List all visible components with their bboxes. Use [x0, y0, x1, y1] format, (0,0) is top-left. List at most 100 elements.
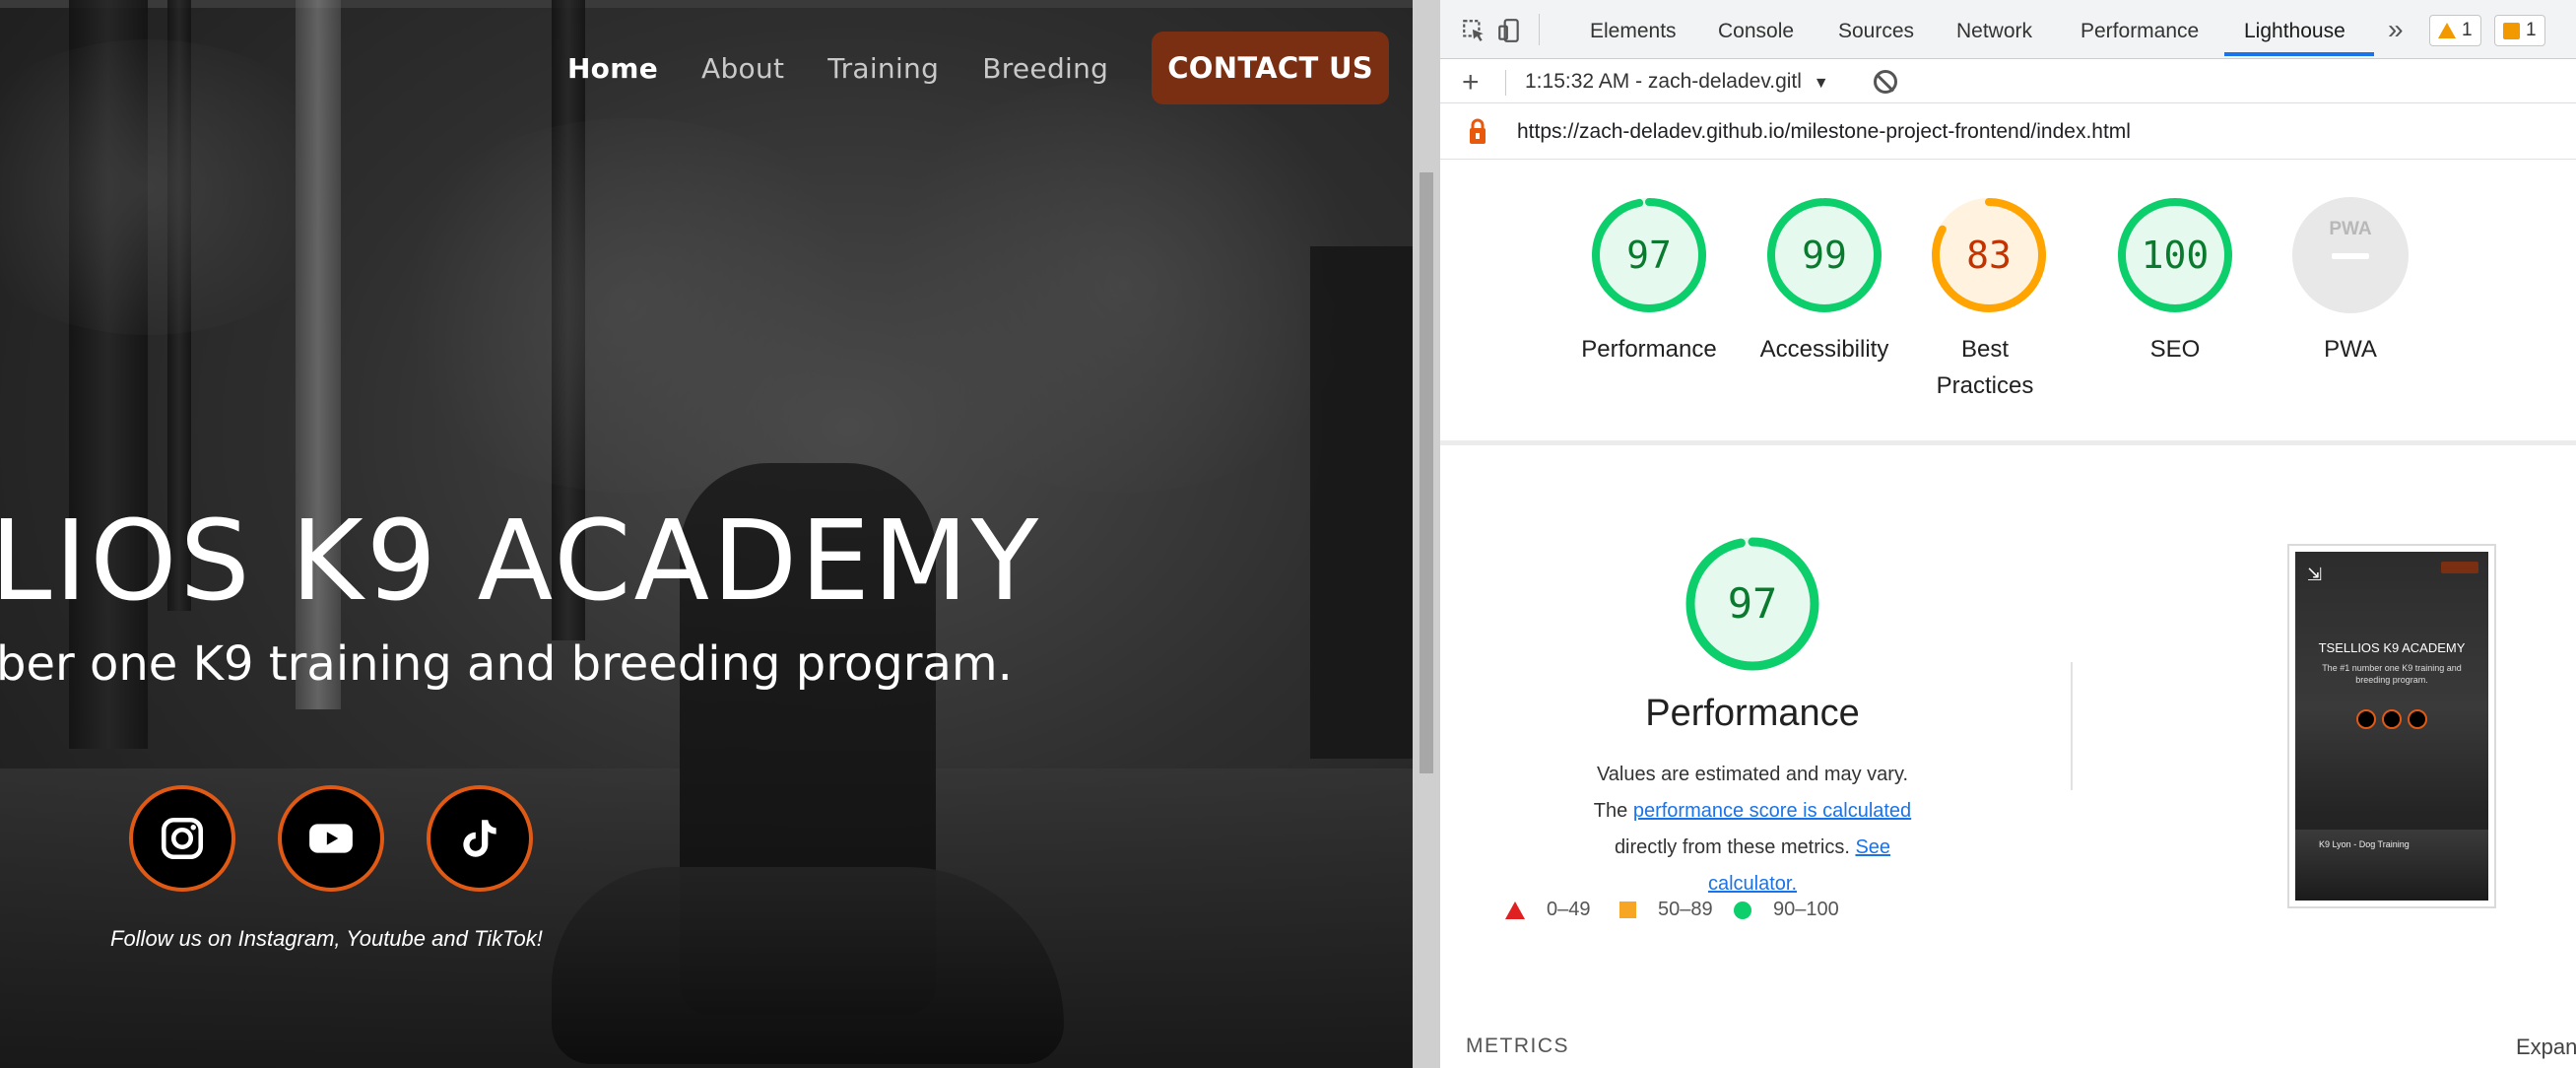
tab-console[interactable]: Console: [1718, 20, 1794, 43]
warning-icon: [2438, 23, 2456, 38]
gauge-pwa[interactable]: PWA PWA: [2262, 197, 2439, 367]
instagram-icon: [161, 817, 204, 860]
section-divider: [1440, 440, 2576, 445]
tab-lighthouse[interactable]: Lighthouse: [2244, 20, 2345, 43]
gauge-ring: 100: [2117, 197, 2233, 313]
tab-performance[interactable]: Performance: [2081, 20, 2199, 43]
report-selector-label: 1:15:32 AM - zach-deladev.gitl: [1525, 70, 1802, 93]
gauge-performance[interactable]: 97 Performance: [1560, 197, 1738, 367]
gauge-accessibility[interactable]: 99 Accessibility: [1736, 197, 1913, 367]
gauge-ring: 99: [1766, 197, 1882, 313]
contact-us-button[interactable]: CONTACT US: [1152, 32, 1389, 104]
gauge-score: 99: [1802, 234, 1847, 277]
background-post: [1310, 246, 1413, 759]
thumbnail-youtube-icon: [2382, 709, 2402, 729]
thumbnail-subtitle: The #1 number one K9 training and breedi…: [2322, 663, 2462, 685]
legend-range: 0–49: [1547, 899, 1591, 920]
thumbnail-logo-icon: ⇲: [2307, 565, 2323, 584]
report-url-link[interactable]: https://zach-deladev.github.io/milestone…: [1517, 120, 2131, 144]
pwa-badge-icon: PWA: [2292, 197, 2409, 313]
nav-home[interactable]: Home: [567, 52, 658, 85]
final-screenshot-thumbnail[interactable]: ⇲ TSELLIOS K9 ACADEMY The #1 number one …: [2287, 544, 2496, 908]
background-foliage: [374, 118, 887, 493]
gauge-score: 83: [1966, 234, 2012, 277]
thumbnail-image: ⇲ TSELLIOS K9 ACADEMY The #1 number one …: [2295, 552, 2488, 901]
instagram-link[interactable]: [129, 785, 235, 892]
thumbnail-title: TSELLIOS K9 ACADEMY: [2318, 640, 2466, 655]
warnings-badge[interactable]: 1: [2429, 15, 2481, 46]
performance-title: Performance: [1645, 693, 1860, 734]
legend-range: 90–100: [1773, 899, 1839, 920]
nav-training[interactable]: Training: [827, 52, 939, 85]
score-calculated-link[interactable]: performance score is calculated: [1633, 800, 1911, 822]
tiktok-link[interactable]: [427, 785, 533, 892]
pass-circle-icon: [1734, 901, 1751, 919]
more-tabs-icon[interactable]: »: [2388, 14, 2404, 45]
background-dog: [552, 867, 1064, 1064]
youtube-icon: [309, 824, 353, 853]
hero-title: LIOS K9 ACADEMY: [0, 498, 1042, 626]
devtools-panel: Elements Console Sources Network Perform…: [1440, 0, 2576, 1068]
nav-about[interactable]: About: [701, 52, 784, 85]
desc-text: directly from these metrics.: [1614, 836, 1856, 858]
gauge-label: SEO: [2149, 336, 2201, 363]
youtube-link[interactable]: [278, 785, 384, 892]
gauge-seo[interactable]: 100 SEO: [2086, 197, 2264, 367]
gauge-best-practices[interactable]: 83 Best Practices: [1931, 197, 2046, 404]
tab-sources[interactable]: Sources: [1838, 20, 1914, 43]
thumbnail-instagram-icon: [2356, 709, 2376, 729]
new-report-icon[interactable]: +: [1462, 66, 1480, 100]
legend-fail: 0–49: [1505, 899, 1591, 921]
lighthouse-toolbar: + 1:15:32 AM - zach-deladev.gitl ▼: [1440, 60, 2576, 103]
average-square-icon: [1619, 901, 1636, 918]
lighthouse-icon: [1470, 118, 1486, 144]
follow-us-text: Follow us on Instagram, Youtube and TikT…: [110, 926, 543, 951]
report-url-bar: https://zach-deladev.github.io/milestone…: [1440, 104, 2576, 160]
warnings-count: 1: [2462, 20, 2473, 40]
active-tab-indicator: [2224, 52, 2374, 56]
pwa-dash: [2332, 253, 2369, 259]
scrollbar-thumb[interactable]: [1420, 172, 1433, 773]
report-selector[interactable]: 1:15:32 AM - zach-deladev.gitl ▼: [1525, 70, 1829, 94]
browser-edge: [0, 0, 1413, 8]
gauge-label: Performance: [1581, 336, 1717, 363]
chevron-down-icon: ▼: [1813, 75, 1829, 92]
hero-subtitle: ber one K9 training and breeding program…: [0, 636, 1013, 692]
issues-count: 1: [2526, 20, 2537, 40]
website-viewport: Home About Training Breeding CONTACT US …: [0, 0, 1413, 1068]
legend-average: 50–89: [1619, 899, 1713, 921]
metrics-heading: METRICS: [1466, 1035, 1569, 1057]
gauge-ring: 97: [1591, 197, 1707, 313]
thumbnail-tiktok-icon: [2408, 709, 2427, 729]
gauge-score: 97: [1727, 579, 1778, 628]
inspect-element-icon[interactable]: [1460, 18, 1487, 43]
thumbnail-video-caption: K9 Lyon - Dog Training: [2319, 839, 2410, 849]
social-links: [129, 785, 533, 892]
clear-reports-icon[interactable]: [1874, 70, 1897, 94]
page-scrollbar[interactable]: [1413, 0, 1440, 1068]
pwa-badge-text: PWA: [2329, 219, 2372, 239]
site-nav: Home About Training Breeding CONTACT US: [567, 32, 1389, 104]
issue-icon: [2503, 22, 2520, 39]
nav-breeding[interactable]: Breeding: [982, 52, 1108, 85]
performance-description: Values are estimated and may vary. The p…: [1578, 757, 1927, 902]
gauge-label: Best Practices: [1936, 336, 2034, 399]
issues-badge[interactable]: 1: [2494, 15, 2545, 46]
device-toolbar-icon[interactable]: [1495, 18, 1523, 43]
tiktok-icon: [463, 820, 496, 857]
tabbar-separator: [1539, 14, 1540, 45]
toolbar-separator: [1505, 70, 1506, 96]
legend-pass: 90–100: [1734, 899, 1839, 921]
gauge-score: 97: [1626, 234, 1672, 277]
gauge-ring: 83: [1931, 197, 2047, 313]
screen: Home About Training Breeding CONTACT US …: [0, 0, 2576, 1068]
tab-elements[interactable]: Elements: [1590, 20, 1677, 43]
gauge-score: 100: [2141, 234, 2210, 277]
devtools-tabbar: Elements Console Sources Network Perform…: [1440, 0, 2576, 59]
thumbnail-contact-button: [2441, 562, 2478, 573]
vertical-separator: [2071, 662, 2073, 790]
legend-range: 50–89: [1658, 899, 1713, 920]
gauge-label: PWA: [2324, 336, 2377, 363]
expand-view-toggle[interactable]: Expan: [2516, 1035, 2576, 1060]
tab-network[interactable]: Network: [1956, 20, 2032, 43]
